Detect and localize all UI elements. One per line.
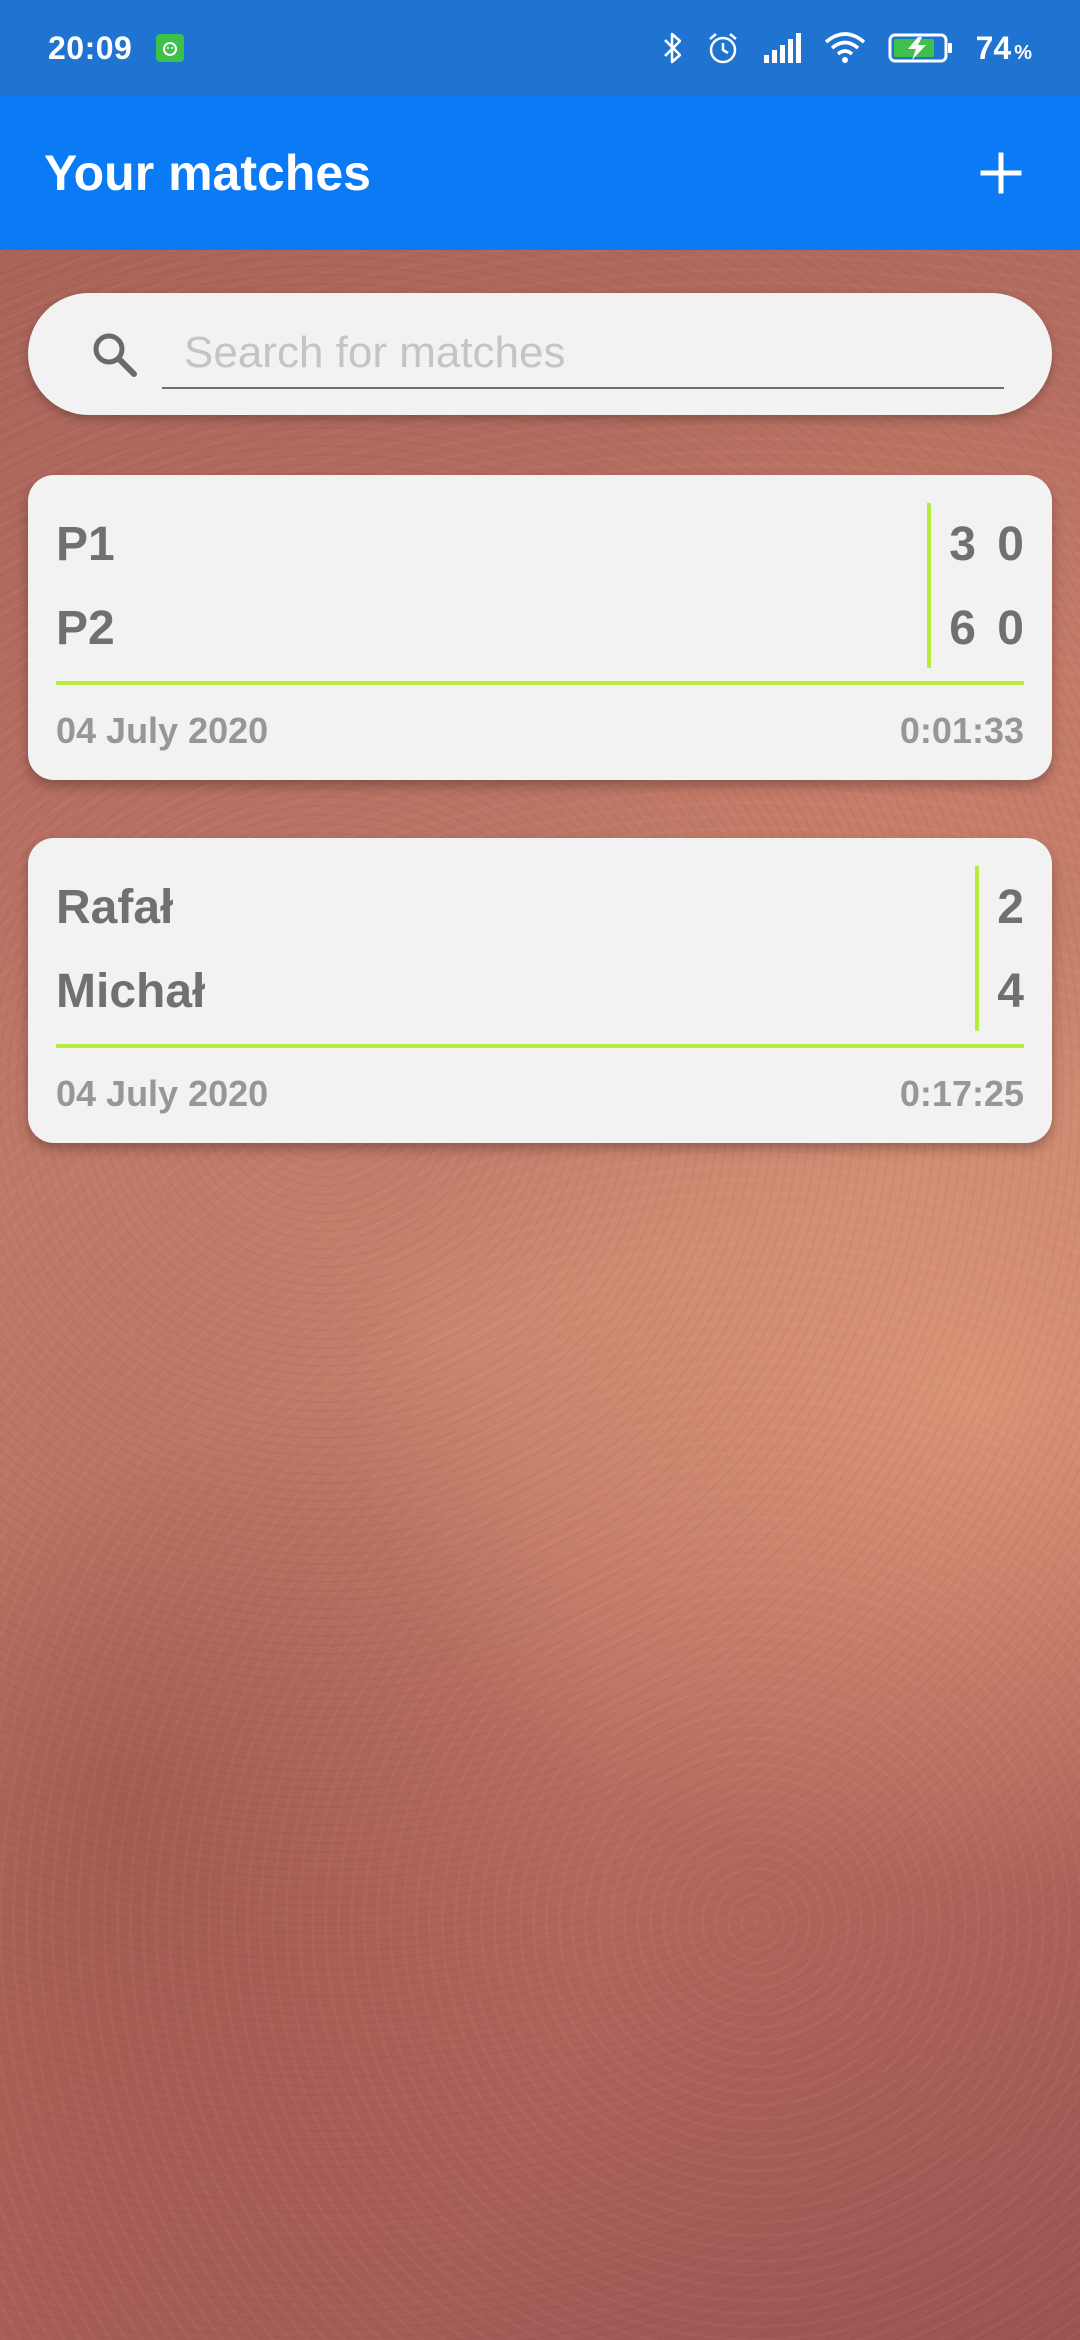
status-icons: 74% [662,30,1032,67]
player-2-name: P2 [56,602,115,655]
signal-icon [762,33,802,63]
match-duration: 0:01:33 [899,710,1024,751]
page-title: Your matches [44,145,371,201]
player-2-score: 6 0 [949,602,1024,655]
player-2-name: Michał [56,965,206,1018]
card-divider [56,681,1024,685]
battery-percent: 74% [976,30,1032,67]
player-1-score: 3 0 [949,518,1024,571]
search-input[interactable] [162,319,1004,387]
player-1-name: Rafał [56,881,174,934]
player-1-score: 2 [997,881,1024,934]
search-icon[interactable] [86,326,142,382]
player-1-name: P1 [56,518,115,571]
match-duration: 0:17:25 [899,1073,1024,1114]
match-meta: 04 July 2020 0:01:33 [56,703,1024,759]
alarm-icon [706,31,740,65]
player-names: Rafał Michał [56,866,957,1031]
match-players: Rafał Michał 2 4 [56,866,1024,1031]
score-divider [975,866,980,1031]
bluetooth-icon [662,31,684,65]
match-card[interactable]: P1 P2 3 0 6 0 04 July 2020 0:01:33 [28,475,1052,780]
add-match-button[interactable] [966,138,1036,208]
match-date: 04 July 2020 [56,710,269,751]
player-scores: 2 4 [997,866,1024,1031]
match-players: P1 P2 3 0 6 0 [56,503,1024,668]
battery-percent-value: 74 [975,29,1012,66]
search-field [162,319,1004,389]
search-bar [28,293,1052,415]
status-time: 20:09 [48,29,133,66]
player-scores: 3 0 6 0 [949,503,1024,668]
wifi-icon [824,32,866,64]
notification-app-icon [156,34,185,62]
plus-icon [980,152,1022,194]
match-meta: 04 July 2020 0:17:25 [56,1066,1024,1122]
match-card[interactable]: Rafał Michał 2 4 04 July 2020 0:17:25 [28,838,1052,1143]
player-names: P1 P2 [56,503,909,668]
card-divider [56,1044,1024,1048]
score-divider [927,503,932,668]
player-2-score: 4 [997,965,1024,1018]
match-date: 04 July 2020 [56,1073,269,1114]
battery-charging-icon [888,32,954,64]
battery-percent-unit: % [1014,41,1032,64]
status-bar: 20:09 74% [0,0,1080,96]
app-bar: Your matches [0,96,1080,250]
